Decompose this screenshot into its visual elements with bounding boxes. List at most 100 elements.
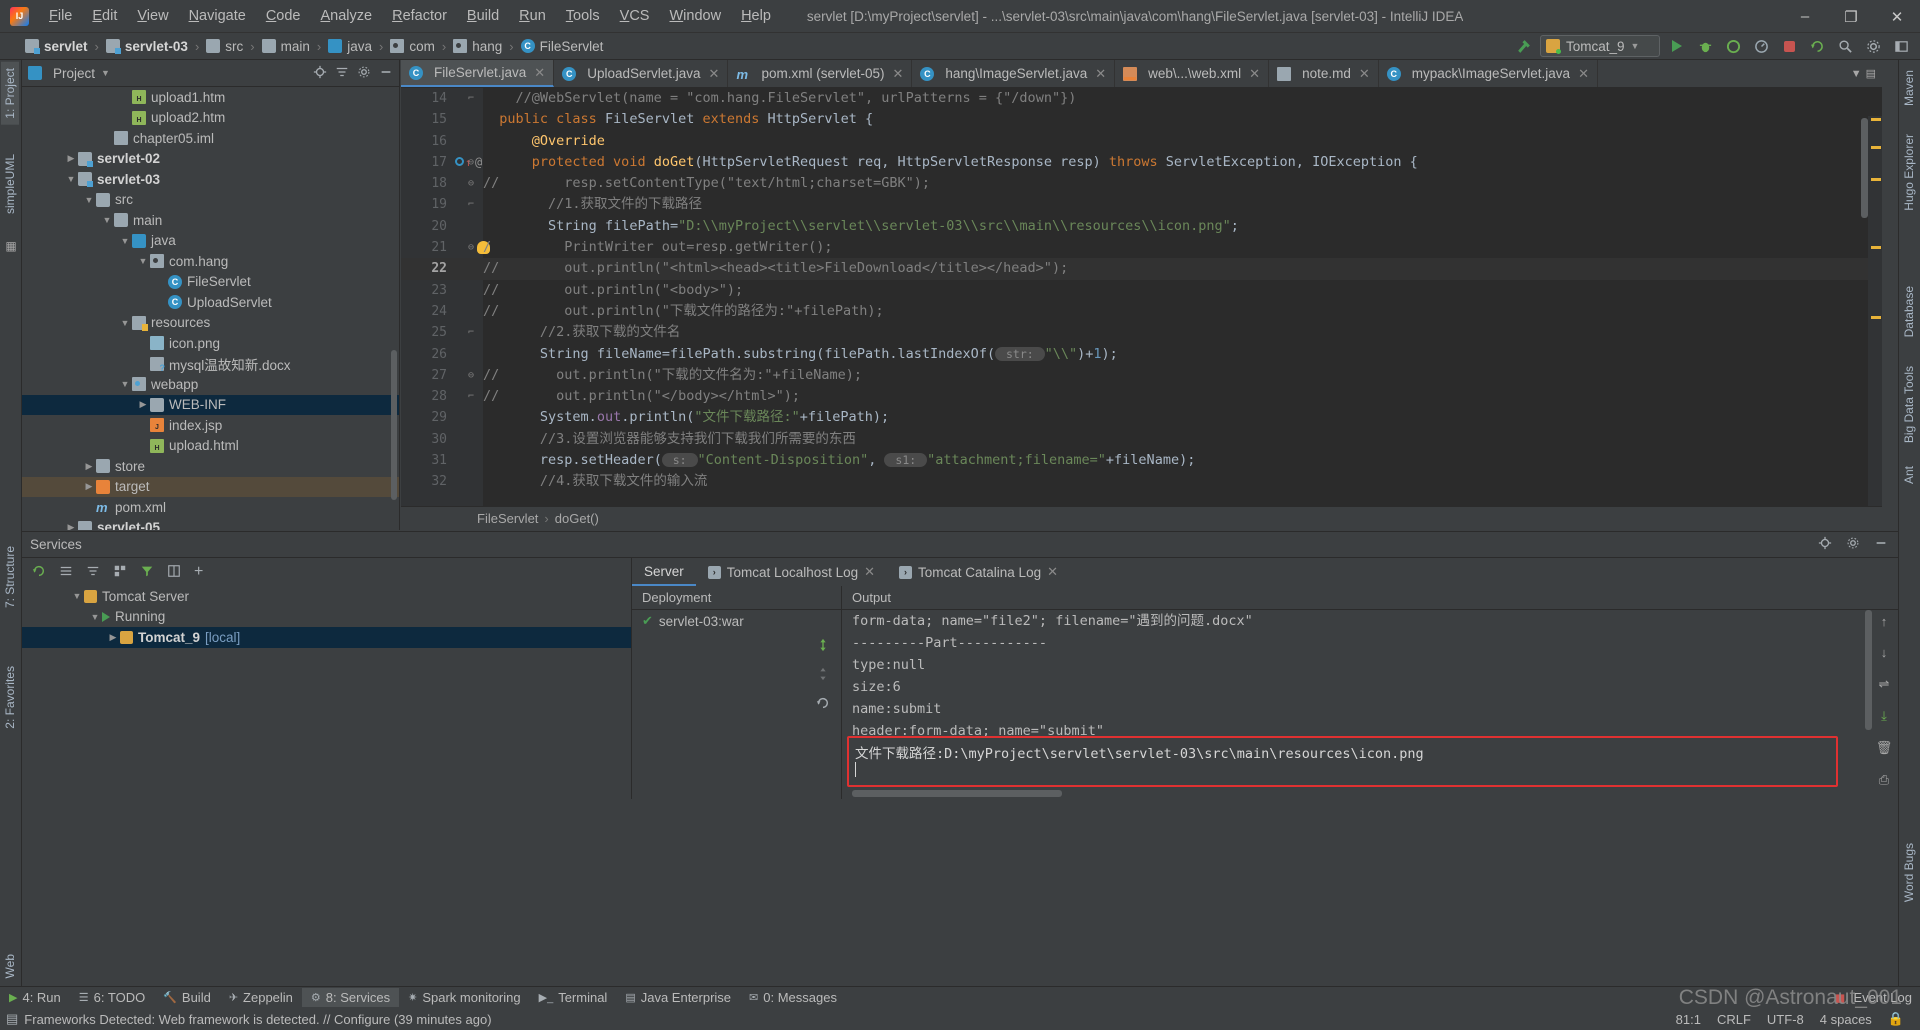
menu-item-view[interactable]: View xyxy=(127,5,178,27)
services-tree-item-tomcat-9[interactable]: ▶ Tomcat_9 [local] xyxy=(22,627,631,648)
chevron-right-icon[interactable]: ▶ xyxy=(64,153,78,164)
redeploy-icon[interactable] xyxy=(816,638,830,655)
tree-item-src[interactable]: ▼ src xyxy=(22,190,399,211)
breadcrumb-item-java[interactable]: java xyxy=(325,37,375,56)
warning-marker[interactable] xyxy=(1871,246,1881,249)
bottom-tab-0--messages[interactable]: ✉ 0: Messages xyxy=(740,988,846,1007)
print-icon[interactable]: ⎙ xyxy=(1879,772,1889,788)
run-icon[interactable] xyxy=(1666,35,1688,57)
hide-panel-icon[interactable] xyxy=(1874,536,1888,553)
tree-item-java[interactable]: ▼ java xyxy=(22,231,399,252)
code-line-17[interactable]: 17 ↑ @ ⊖ protected void doGet(HttpServletRe… xyxy=(401,152,1882,173)
editor-tab-mypack-imageservlet-java[interactable]: Cmypack\ImageServlet.java ✕ xyxy=(1379,60,1598,87)
breadcrumb-method[interactable]: doGet() xyxy=(555,511,599,526)
bottom-tab-6--todo[interactable]: ☰ 6: TODO xyxy=(70,988,154,1007)
code-line-31[interactable]: 31 resp.setHeader( s: "Content-Dispositi… xyxy=(401,450,1882,471)
status-line-separator[interactable]: CRLF xyxy=(1717,1012,1751,1027)
tree-item-servlet-03[interactable]: ▼ servlet-03 xyxy=(22,169,399,190)
hide-panel-icon[interactable] xyxy=(379,65,393,82)
services-tree[interactable]: ▼ Tomcat Server ▼ Running ▶ Tomcat_9 [local] xyxy=(22,586,631,648)
code-line-20[interactable]: 20 String filePath="D:\\myProject\\servl… xyxy=(401,216,1882,237)
chevron-down-icon[interactable]: ▼ xyxy=(136,256,150,266)
sidebar-item-hugo-explorer[interactable]: Hugo Explorer xyxy=(1900,128,1918,217)
code-line-23[interactable]: 23 // out.println("<body>"); xyxy=(401,280,1882,301)
code-line-18[interactable]: 18 ⊖ // resp.setContentType("text/html;cha… xyxy=(401,173,1882,194)
tree-item-icon-png[interactable]: · icon.png xyxy=(22,333,399,354)
bottom-tab-8--services[interactable]: ⚙ 8: Services xyxy=(301,988,400,1007)
sidebar-item-word-bugs[interactable]: Word Bugs xyxy=(1900,837,1918,908)
code-lines[interactable]: 14 ⌐ //@WebServlet(name = "com.hang.FileS… xyxy=(401,88,1882,506)
search-everywhere-icon[interactable] xyxy=(1834,35,1856,57)
code-line-27[interactable]: 27 ⊖ // out.println("下载的文件名为:"+fileName); xyxy=(401,365,1882,386)
warning-marker[interactable] xyxy=(1871,118,1881,121)
sidebar-item-favorites[interactable]: 2: Favorites xyxy=(1,660,19,735)
trash-icon[interactable]: 🗑 xyxy=(1876,740,1893,756)
close-icon[interactable]: ✕ xyxy=(1578,66,1589,82)
tree-item-servlet-02[interactable]: ▶ servlet-02 xyxy=(22,149,399,170)
code-line-24[interactable]: 24 // out.println("下载文件的路径为:"+filePath); xyxy=(401,301,1882,322)
breadcrumb-item-main[interactable]: main xyxy=(259,37,313,56)
menu-item-edit[interactable]: Edit xyxy=(82,5,127,27)
fold-marker-icon[interactable]: ⊖ xyxy=(465,365,477,386)
chevron-down-icon[interactable]: ▼ xyxy=(118,236,132,246)
sidebar-item-web[interactable]: Web xyxy=(1,948,19,984)
fold-marker-icon[interactable]: ⌐ xyxy=(465,88,477,109)
marker-bar[interactable] xyxy=(1868,116,1882,506)
structure-glyph-icon[interactable]: ▦ xyxy=(1,236,21,256)
fold-marker-icon[interactable]: ⌐ xyxy=(465,194,477,215)
tree-item-pom-xml[interactable]: ·m pom.xml xyxy=(22,497,399,518)
chevron-right-icon[interactable]: ▶ xyxy=(106,632,120,643)
breadcrumb-class[interactable]: FileServlet xyxy=(477,511,538,526)
services-tree-item-running[interactable]: ▼ Running xyxy=(22,607,631,628)
services-tree-item-tomcat-server[interactable]: ▼ Tomcat Server xyxy=(22,586,631,607)
tree-item-servlet-05[interactable]: ▶ servlet-05 xyxy=(22,518,399,530)
tree-item-webapp[interactable]: ▼ webapp xyxy=(22,374,399,395)
code-line-16[interactable]: 16 @Override xyxy=(401,131,1882,152)
code-line-28[interactable]: 28 ⌐ // out.println("</body></html>"); xyxy=(401,386,1882,407)
close-button[interactable]: ✕ xyxy=(1874,0,1920,33)
status-message[interactable]: Frameworks Detected: Web framework is de… xyxy=(24,1012,491,1027)
code-line-14[interactable]: 14 ⌐ //@WebServlet(name = "com.hang.FileS… xyxy=(401,88,1882,109)
editor-tab-pom-xml--servlet-05-[interactable]: m pom.xml (servlet-05) ✕ xyxy=(728,60,913,87)
chevron-down-icon[interactable]: ▼ xyxy=(64,174,78,184)
gear-icon[interactable] xyxy=(357,65,371,82)
event-log-button[interactable]: ◼ Event Log xyxy=(1835,990,1920,1006)
bottom-tab-spark-monitoring[interactable]: ✷ Spark monitoring xyxy=(399,988,530,1007)
bottom-tab-java-enterprise[interactable]: ▤ Java Enterprise xyxy=(616,988,740,1007)
breadcrumb-item-fileservlet[interactable]: C FileServlet xyxy=(518,37,607,56)
soft-wrap-icon[interactable]: ⇌ xyxy=(1879,676,1890,692)
tree-item-target[interactable]: ▶ target xyxy=(22,476,399,497)
tree-item-com-hang[interactable]: ▼ com.hang xyxy=(22,251,399,272)
breadcrumb[interactable]: servlet › servlet-03 › src › main › java › com › han… xyxy=(22,37,606,56)
chevron-right-icon[interactable]: ▶ xyxy=(64,522,78,530)
collapse-all-icon[interactable] xyxy=(86,564,100,581)
add-icon[interactable]: + xyxy=(194,563,203,581)
tree-item-index-jsp[interactable]: · index.jsp xyxy=(22,415,399,436)
code-line-32[interactable]: 32 //4.获取下载文件的输入流 xyxy=(401,471,1882,492)
editor-tab-hang-imageservlet-java[interactable]: Chang\ImageServlet.java ✕ xyxy=(912,60,1116,87)
editor-tab-fileservlet-java[interactable]: C FileServlet.java ✕ xyxy=(401,60,555,87)
code-line-22[interactable]: 22 // out.println("<html><head><title>Fil… xyxy=(401,258,1882,280)
breadcrumb-item-servlet[interactable]: servlet xyxy=(22,37,91,56)
editor-tabs-overflow[interactable]: ▼ ▤ xyxy=(1845,60,1882,87)
tree-item-store[interactable]: ▶ store xyxy=(22,456,399,477)
menu-item-build[interactable]: Build xyxy=(457,5,509,27)
expand-all-icon[interactable] xyxy=(59,564,73,581)
menu-item-file[interactable]: File xyxy=(39,5,82,27)
chevron-down-icon[interactable]: ▼ xyxy=(70,591,84,601)
breadcrumb-item-hang[interactable]: hang xyxy=(450,37,505,56)
gear-icon[interactable] xyxy=(1846,536,1860,553)
editor-tab-web-----web-xml[interactable]: web\...\web.xml ✕ xyxy=(1115,60,1270,87)
fold-marker-icon[interactable]: ⊖ xyxy=(465,237,477,258)
bottom-tool-window-bar[interactable]: ▶ 4: Run ☰ 6: TODO 🔨 Build ✈ Zeppelin ⚙ 8: Servic… xyxy=(0,986,1920,1008)
warning-marker[interactable] xyxy=(1871,316,1881,319)
editor-breadcrumb[interactable]: FileServlet › doGet() xyxy=(401,506,1882,530)
chevron-down-icon[interactable]: ▼ xyxy=(88,612,102,622)
code-line-15[interactable]: 15 public class FileServlet extends Http… xyxy=(401,109,1882,130)
chevron-right-icon[interactable]: ▶ xyxy=(82,481,96,492)
tree-item-chapter05-iml[interactable]: · chapter05.iml xyxy=(22,128,399,149)
highlighted-output-box[interactable]: 文件下载路径:D:\myProject\servlet\servlet-03\s… xyxy=(847,736,1838,787)
locate-icon[interactable] xyxy=(313,65,327,82)
code-line-26[interactable]: 26 String fileName=filePath.substring(fi… xyxy=(401,344,1882,365)
menu-item-run[interactable]: Run xyxy=(509,5,556,27)
